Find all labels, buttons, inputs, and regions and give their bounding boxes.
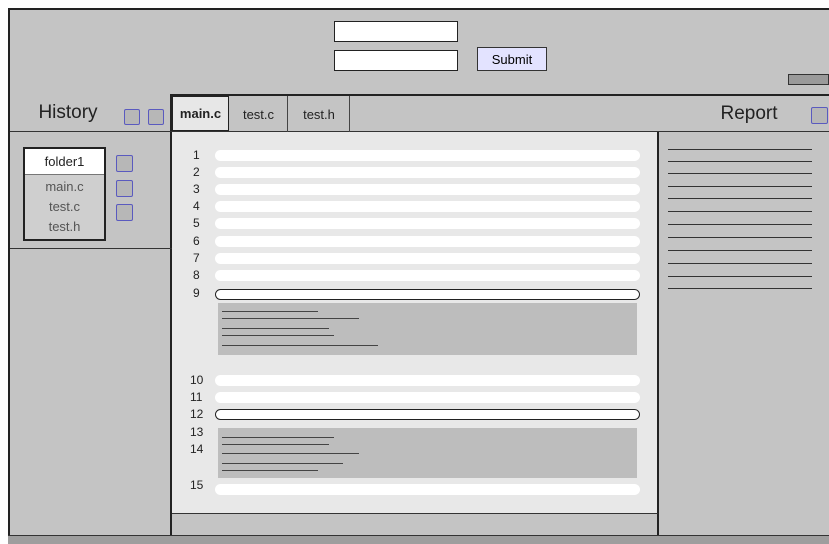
file-item-main-c[interactable]: main.c — [25, 176, 104, 196]
tab-test-h[interactable]: test.h — [289, 96, 350, 132]
status-bar — [8, 535, 829, 544]
history-action-icon-1[interactable] — [124, 109, 140, 125]
line-number: 9 — [193, 286, 200, 300]
report-text-line — [668, 198, 812, 199]
report-divider — [659, 131, 829, 132]
code-line[interactable] — [215, 253, 640, 264]
line-number: 12 — [190, 407, 204, 421]
report-text-line — [668, 263, 812, 264]
report-text-line — [668, 161, 812, 162]
line-number: 11 — [190, 390, 203, 404]
file-action-icon-1[interactable] — [116, 155, 133, 172]
history-action-icon-2[interactable] — [148, 109, 164, 125]
report-text-line — [668, 224, 812, 225]
code-line[interactable] — [215, 375, 640, 386]
code-line[interactable] — [215, 184, 640, 195]
header-scroll-handle[interactable] — [788, 74, 829, 85]
report-text-line — [668, 276, 812, 277]
line-number: 8 — [193, 268, 200, 282]
report-text-line — [668, 149, 812, 150]
submit-button[interactable]: Submit — [477, 47, 547, 71]
detail-text-line — [222, 444, 329, 445]
report-text-line — [668, 237, 812, 238]
history-title: History — [38, 102, 98, 123]
line-number: 15 — [190, 478, 204, 492]
line-number: 3 — [193, 182, 200, 196]
detail-text-line — [222, 335, 334, 336]
code-line[interactable] — [215, 167, 640, 178]
detail-text-line — [222, 328, 329, 329]
code-line[interactable] — [215, 236, 640, 247]
report-text-line — [668, 211, 812, 212]
file-action-icon-3[interactable] — [116, 204, 133, 221]
line-number: 13 — [190, 425, 204, 439]
code-line[interactable] — [215, 392, 640, 403]
report-text-line — [668, 250, 812, 251]
line-number: 5 — [193, 216, 200, 230]
file-item-test-c[interactable]: test.c — [25, 196, 104, 216]
code-line[interactable] — [215, 150, 640, 161]
line-number: 6 — [193, 234, 200, 248]
top-input-1[interactable] — [334, 21, 458, 42]
code-line[interactable] — [215, 270, 640, 281]
top-input-2[interactable] — [334, 50, 458, 71]
report-title: Report — [720, 103, 778, 124]
file-item-test-h[interactable]: test.h — [25, 216, 104, 236]
report-action-icon[interactable] — [811, 107, 828, 124]
line-number: 7 — [193, 251, 200, 265]
detail-text-line — [222, 463, 343, 464]
report-text-line — [668, 288, 812, 289]
line-number: 2 — [193, 165, 200, 179]
tab-main-c[interactable]: main.c — [172, 96, 229, 131]
ide-window: Submit History folder1 main.c test.c tes… — [0, 0, 829, 544]
selected-code-line[interactable] — [215, 409, 640, 420]
folder-item[interactable]: folder1 — [25, 149, 104, 175]
history-lower-divider — [10, 248, 172, 249]
line-number: 1 — [193, 148, 200, 162]
detail-text-line — [222, 437, 334, 438]
report-text-line — [668, 186, 812, 187]
history-divider — [10, 131, 172, 132]
code-line[interactable] — [215, 201, 640, 212]
detail-text-line — [222, 345, 378, 346]
selected-code-line[interactable] — [215, 289, 640, 300]
line-number: 10 — [190, 373, 204, 387]
code-line[interactable] — [215, 218, 640, 229]
detail-text-line — [222, 318, 359, 319]
detail-text-line — [222, 311, 318, 312]
editor-footer — [172, 513, 659, 535]
line-number: 14 — [190, 442, 204, 456]
code-line[interactable] — [215, 484, 640, 495]
detail-text-line — [222, 470, 318, 471]
detail-text-line — [222, 453, 359, 454]
line-number: 4 — [193, 199, 200, 213]
tab-test-c[interactable]: test.c — [230, 96, 288, 132]
file-action-icon-2[interactable] — [116, 180, 133, 197]
report-text-line — [668, 173, 812, 174]
